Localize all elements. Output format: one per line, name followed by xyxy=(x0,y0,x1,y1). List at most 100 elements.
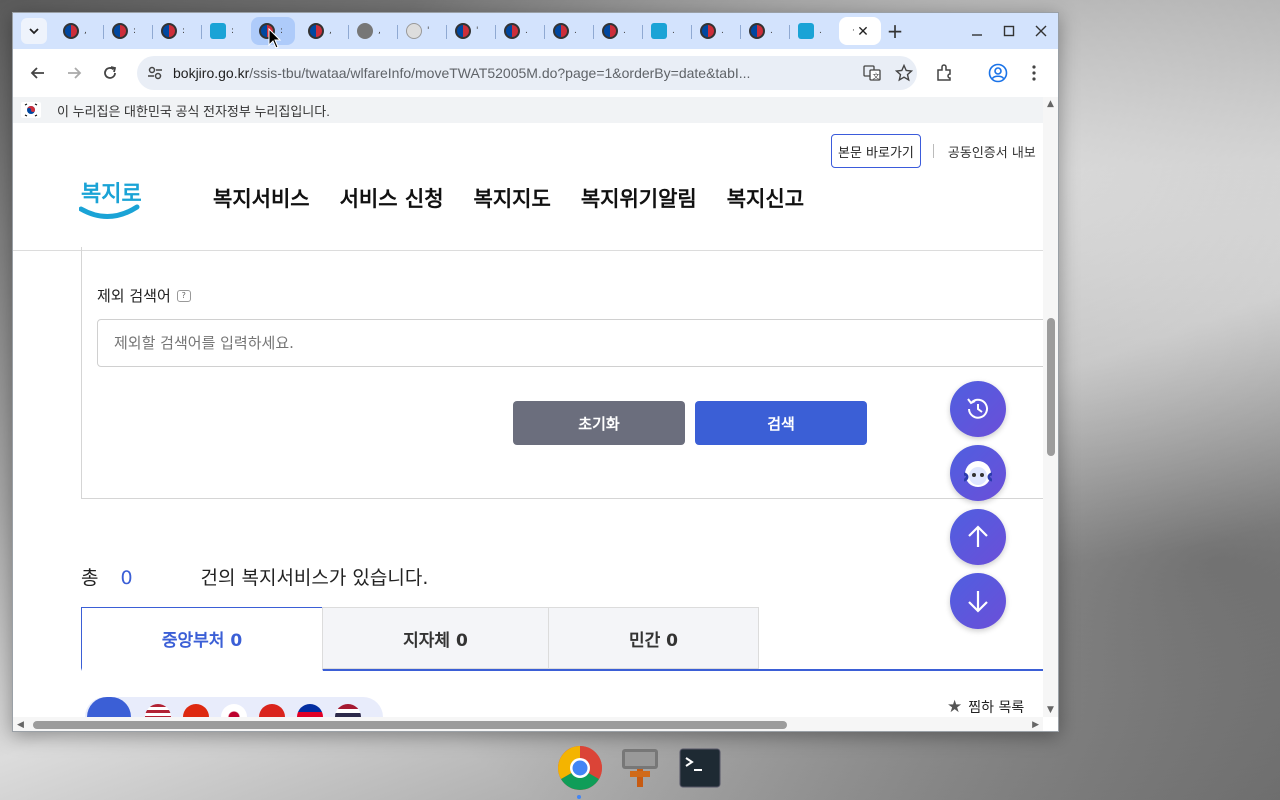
thailand-flag-icon[interactable] xyxy=(335,704,361,717)
globe-favicon-icon xyxy=(357,23,373,39)
gov-banner-text: 이 누리집은 대한민국 공식 전자정부 누리집입니다. xyxy=(57,103,330,119)
tab-strip: , : : : : , , ' ' . . . . . . . · ✕ + xyxy=(13,13,1058,49)
nav-welfare-crisis-alert[interactable]: 복지위기알림 xyxy=(581,183,697,213)
taeguk-favicon-icon xyxy=(504,23,520,39)
browser-tab[interactable]: : xyxy=(153,17,197,45)
star-icon: ★ xyxy=(947,697,963,717)
browser-window: , : : : : , , ' ' . . . . . . . · ✕ + bo… xyxy=(12,12,1059,732)
minimize-icon[interactable] xyxy=(965,19,989,43)
close-tab-icon[interactable]: ✕ xyxy=(855,24,871,40)
browser-tab[interactable]: : xyxy=(104,17,148,45)
favorite-list-link[interactable]: ★ 찜하 목록 xyxy=(947,697,1024,717)
address-bar[interactable]: bokjiro.go.kr/ssis-tbu/twataa/wlfareInfo… xyxy=(137,56,917,90)
browser-tab[interactable]: . xyxy=(496,17,540,45)
browser-tab[interactable]: . xyxy=(545,17,589,45)
menu-kebab-icon[interactable] xyxy=(1023,62,1045,84)
us-flag-icon[interactable] xyxy=(145,704,171,717)
horizontal-scrollbar[interactable]: ◀ ▶ xyxy=(13,717,1043,731)
search-panel xyxy=(81,247,1043,499)
browser-tab[interactable]: . xyxy=(790,17,834,45)
globe-icon[interactable] xyxy=(87,697,131,717)
bokjiro-favicon-icon xyxy=(651,23,667,39)
browser-tab[interactable]: , xyxy=(349,17,393,45)
new-tab-button[interactable]: + xyxy=(883,19,907,43)
terminal-app-icon[interactable] xyxy=(676,744,724,792)
search-button[interactable]: 검색 xyxy=(695,401,867,445)
site-info-icon[interactable] xyxy=(147,65,163,85)
browser-tab[interactable]: . xyxy=(594,17,638,45)
horizontal-scroll-thumb[interactable] xyxy=(33,721,787,729)
skip-to-content-button[interactable]: 본문 바로가기 xyxy=(831,134,921,168)
taeguk-favicon-icon xyxy=(749,23,765,39)
taeguk-favicon-icon xyxy=(700,23,716,39)
help-tooltip-icon[interactable]: ? xyxy=(176,289,191,302)
url-text[interactable]: bokjiro.go.kr/ssis-tbu/twataa/wlfareInfo… xyxy=(173,65,750,81)
scroll-bottom-button[interactable] xyxy=(950,573,1006,629)
result-tabs: 중앙부처 0 지자체 0 민간 0 xyxy=(81,607,1043,671)
scroll-left-arrow-icon[interactable]: ◀ xyxy=(17,720,24,730)
taeguk-favicon-icon xyxy=(161,23,177,39)
reload-icon[interactable] xyxy=(97,60,123,86)
taeguk-favicon-icon xyxy=(455,23,471,39)
history-icon xyxy=(967,398,988,419)
taeguk-favicon-icon xyxy=(553,23,569,39)
browser-tab[interactable]: , xyxy=(55,17,99,45)
language-selector xyxy=(85,697,383,717)
browser-tab[interactable]: ' xyxy=(447,17,491,45)
tab-search-button[interactable] xyxy=(21,18,47,44)
reset-button[interactable]: 초기화 xyxy=(513,401,685,445)
svg-text:복지로: 복지로 xyxy=(81,182,141,207)
scroll-down-arrow-icon[interactable]: ▼ xyxy=(1047,705,1054,715)
scroll-up-arrow-icon[interactable]: ▲ xyxy=(1047,99,1054,109)
gov-official-banner: 이 누리집은 대한민국 공식 전자정부 누리집입니다. xyxy=(13,97,1043,123)
browser-tab[interactable]: . xyxy=(643,17,687,45)
vertical-scroll-thumb[interactable] xyxy=(1047,318,1055,456)
scroll-top-button[interactable] xyxy=(950,509,1006,565)
nav-welfare-services[interactable]: 복지서비스 xyxy=(213,183,310,213)
bokjiro-logo[interactable]: 복지로 xyxy=(78,171,142,223)
result-count: 총 0 건의 복지서비스가 있습니다. xyxy=(81,567,429,589)
cambodia-flag-icon[interactable] xyxy=(297,704,323,717)
network-app-icon[interactable] xyxy=(616,744,664,792)
utility-links: 본문 바로가기 공동인증서 내보 xyxy=(831,133,1036,169)
chatbot-button[interactable] xyxy=(950,445,1006,501)
exclude-keyword-input[interactable] xyxy=(97,319,1043,367)
korea-flag-icon xyxy=(21,102,41,118)
browser-tab[interactable]: : xyxy=(202,17,246,45)
nav-welfare-map[interactable]: 복지지도 xyxy=(474,183,551,213)
taeguk-favicon-icon xyxy=(63,23,79,39)
arrow-up-icon xyxy=(968,525,988,547)
nav-welfare-report[interactable]: 복지신고 xyxy=(727,183,804,213)
certificate-export-link[interactable]: 공동인증서 내보 xyxy=(948,142,1036,161)
maximize-icon[interactable] xyxy=(997,19,1021,43)
arrow-down-icon xyxy=(968,591,988,613)
browser-tab[interactable]: . xyxy=(692,17,736,45)
site-favicon-icon xyxy=(406,23,422,39)
chrome-app-icon[interactable] xyxy=(556,744,604,792)
translate-icon[interactable]: 文 xyxy=(863,64,881,86)
browser-tab[interactable]: . xyxy=(741,17,785,45)
bookmark-star-icon[interactable] xyxy=(894,63,914,86)
extensions-icon[interactable] xyxy=(933,62,955,84)
bokjiro-favicon-icon xyxy=(210,23,226,39)
nav-service-application[interactable]: 서비스 신청 xyxy=(340,183,444,213)
browser-tab[interactable]: , xyxy=(300,17,344,45)
recent-history-button[interactable] xyxy=(950,381,1006,437)
profile-icon[interactable] xyxy=(987,62,1009,84)
back-icon[interactable] xyxy=(25,60,51,86)
taeguk-favicon-icon xyxy=(308,23,324,39)
vertical-scrollbar[interactable]: ▲ ▼ xyxy=(1043,97,1058,717)
vietnam-flag-icon[interactable] xyxy=(259,704,285,717)
chevron-down-icon xyxy=(29,28,39,35)
main-navigation: 복지서비스 서비스 신청 복지지도 복지위기알림 복지신고 xyxy=(213,183,804,213)
china-flag-icon[interactable] xyxy=(183,704,209,717)
tab-local-government[interactable]: 지자체 0 xyxy=(322,607,549,669)
scroll-right-arrow-icon[interactable]: ▶ xyxy=(1032,720,1039,730)
forward-icon[interactable] xyxy=(61,60,87,86)
exclude-keyword-label: 제외 검색어 ? xyxy=(97,285,191,306)
japan-flag-icon[interactable] xyxy=(221,704,247,717)
browser-tab[interactable]: ' xyxy=(398,17,442,45)
tab-central-government[interactable]: 중앙부처 0 xyxy=(81,607,323,671)
close-window-icon[interactable] xyxy=(1029,19,1053,43)
tab-private[interactable]: 민간 0 xyxy=(548,607,759,669)
